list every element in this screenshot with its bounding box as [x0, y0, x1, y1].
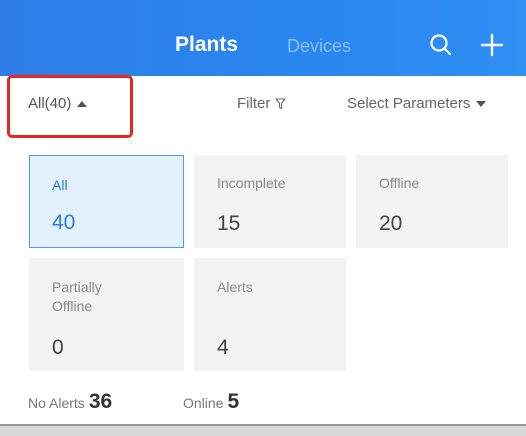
tab-devices[interactable]: Devices — [287, 36, 351, 57]
card-label: Offline — [379, 175, 420, 191]
status-card-alerts[interactable]: Alerts 4 — [194, 258, 346, 371]
select-parameters-label: Select Parameters — [347, 95, 471, 112]
summary-label: No Alerts — [28, 395, 85, 411]
filter-label: Filter — [237, 95, 271, 112]
summary-value: 5 — [227, 390, 240, 413]
card-label: All — [52, 177, 68, 193]
highlight-annotation-box — [7, 75, 133, 138]
card-label: Partially Offline — [52, 279, 102, 314]
select-parameters-button[interactable]: Select Parameters — [347, 95, 487, 112]
status-card-offline[interactable]: Offline 20 — [356, 155, 508, 248]
app-header: Plants Devices — [0, 0, 526, 76]
add-icon[interactable] — [479, 32, 505, 58]
card-value: 40 — [52, 211, 76, 234]
status-card-all[interactable]: All 40 — [29, 155, 184, 248]
card-value: 20 — [379, 212, 403, 235]
card-label: Alerts — [217, 279, 253, 295]
status-card-incomplete[interactable]: Incomplete 15 — [194, 155, 346, 248]
caret-down-icon — [476, 100, 487, 107]
summary-value: 36 — [88, 390, 113, 413]
summary-online: Online 5 — [183, 390, 239, 414]
card-value: 15 — [217, 212, 241, 235]
card-label: Incomplete — [217, 175, 286, 191]
filter-button[interactable]: Filter — [237, 95, 286, 112]
cut-off-list-edge — [0, 424, 526, 436]
tab-plants[interactable]: Plants — [175, 33, 238, 57]
funnel-icon — [275, 97, 286, 109]
card-value: 4 — [217, 336, 229, 359]
card-value: 0 — [52, 336, 64, 359]
search-icon[interactable] — [428, 32, 454, 58]
status-card-partially-offline[interactable]: Partially Offline 0 — [29, 258, 184, 371]
summary-label: Online — [183, 395, 224, 411]
summary-no-alerts: No Alerts 36 — [28, 390, 112, 414]
